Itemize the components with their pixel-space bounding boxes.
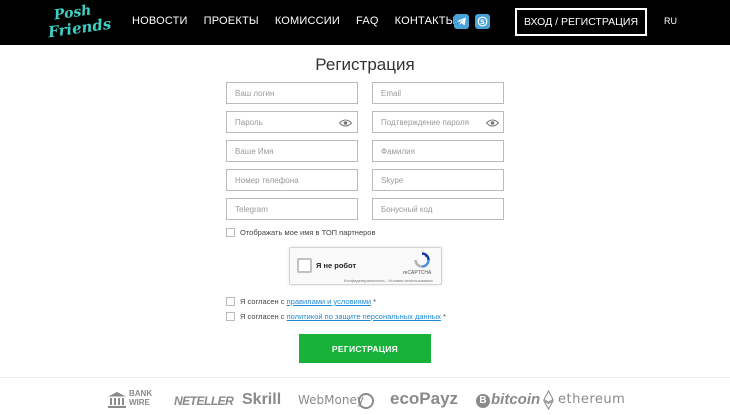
privacy-link[interactable]: политикой по защите персональных данных (287, 312, 441, 321)
ethereum-diamond-icon (543, 390, 554, 410)
telegram-input[interactable] (226, 198, 358, 220)
bitcoin-text: bitcoin (491, 391, 541, 408)
agree-rules-checkbox[interactable] (226, 297, 235, 306)
agree-rules-label: Я согласен с правилами и условиями * (240, 297, 376, 306)
show-in-top-checkbox[interactable] (226, 228, 235, 237)
nav-news[interactable]: НОВОСТИ (132, 15, 188, 27)
main-nav: НОВОСТИ ПРОЕКТЫ КОМИССИИ FAQ КОНТАКТЫ (132, 15, 472, 27)
agree-rules-suffix: * (371, 297, 377, 306)
password-confirm-input[interactable] (372, 111, 504, 133)
agree-rules-prefix: Я согласен с (240, 297, 287, 306)
bank-wire-text: BANK WIRE (129, 389, 152, 407)
skrill-logo: Skrill (242, 391, 282, 408)
ecopayz-logo: ecoPayz (390, 389, 459, 408)
recaptcha-widget: Я не робот reCAPTCHA Конфиденциальность … (289, 247, 442, 285)
nav-faq[interactable]: FAQ (356, 15, 379, 27)
webmoney-globe-icon (358, 393, 374, 409)
show-password-eye-icon[interactable] (339, 119, 352, 127)
bitcoin-logo: Bbitcoin (476, 391, 540, 408)
phone-input[interactable] (226, 169, 358, 191)
skype-input[interactable] (372, 169, 504, 191)
agree-privacy-label: Я согласен с политикой по защите персона… (240, 312, 446, 321)
recaptcha-brand: reCAPTCHA (403, 270, 432, 276)
recaptcha-checkbox[interactable] (297, 258, 312, 273)
first-name-input[interactable] (226, 140, 358, 162)
language-selector[interactable]: RU (664, 16, 677, 26)
bitcoin-symbol-icon: B (476, 394, 490, 408)
posh-friends-logo[interactable]: Posh Friends (47, 2, 112, 41)
bank-wire-logo: BANK WIRE (107, 389, 152, 414)
page-title: Регистрация (315, 55, 415, 74)
site-header: Posh Friends НОВОСТИ ПРОЕКТЫ КОМИССИИ FA… (0, 0, 730, 45)
bank-icon (108, 392, 126, 408)
nav-projects[interactable]: ПРОЕКТЫ (204, 15, 259, 27)
login-register-button[interactable]: ВХОД / РЕГИСТРАЦИЯ (515, 8, 647, 36)
show-password-confirm-eye-icon[interactable] (486, 119, 499, 127)
email-input[interactable] (372, 82, 504, 104)
recaptcha-logo-icon (414, 252, 430, 268)
ethereum-logo: ethereum (558, 392, 626, 407)
bank-wire-line1: BANK (129, 389, 153, 398)
telegram-icon[interactable] (454, 14, 469, 29)
agree-privacy-checkbox[interactable] (226, 312, 235, 321)
nav-commissions[interactable]: КОМИССИИ (275, 15, 340, 27)
last-name-input[interactable] (372, 140, 504, 162)
neteller-logo: NETELLER (174, 394, 234, 408)
skype-icon[interactable]: S (475, 14, 490, 29)
bonus-code-input[interactable] (372, 198, 504, 220)
agree-privacy-suffix: * (440, 312, 446, 321)
agree-privacy-prefix: Я согласен с (240, 312, 287, 321)
webmoney-logo: WebMoney (298, 393, 364, 407)
svg-text:S: S (480, 18, 485, 26)
bank-wire-line2: WIRE (129, 398, 150, 407)
rules-link[interactable]: правилами и условиями (287, 297, 371, 306)
payment-methods-footer: BANK WIRE NETELLER Skrill WebMoney ecoPay… (0, 377, 730, 415)
login-input[interactable] (226, 82, 358, 104)
recaptcha-label: Я не робот (316, 261, 357, 270)
nav-contacts[interactable]: КОНТАКТЫ (395, 15, 456, 27)
recaptcha-links[interactable]: Конфиденциальность - Условия использован… (344, 278, 433, 283)
show-in-top-label: Отображать мое имя в ТОП партнеров (240, 228, 376, 237)
register-submit-button[interactable]: РЕГИСТРАЦИЯ (299, 334, 431, 363)
